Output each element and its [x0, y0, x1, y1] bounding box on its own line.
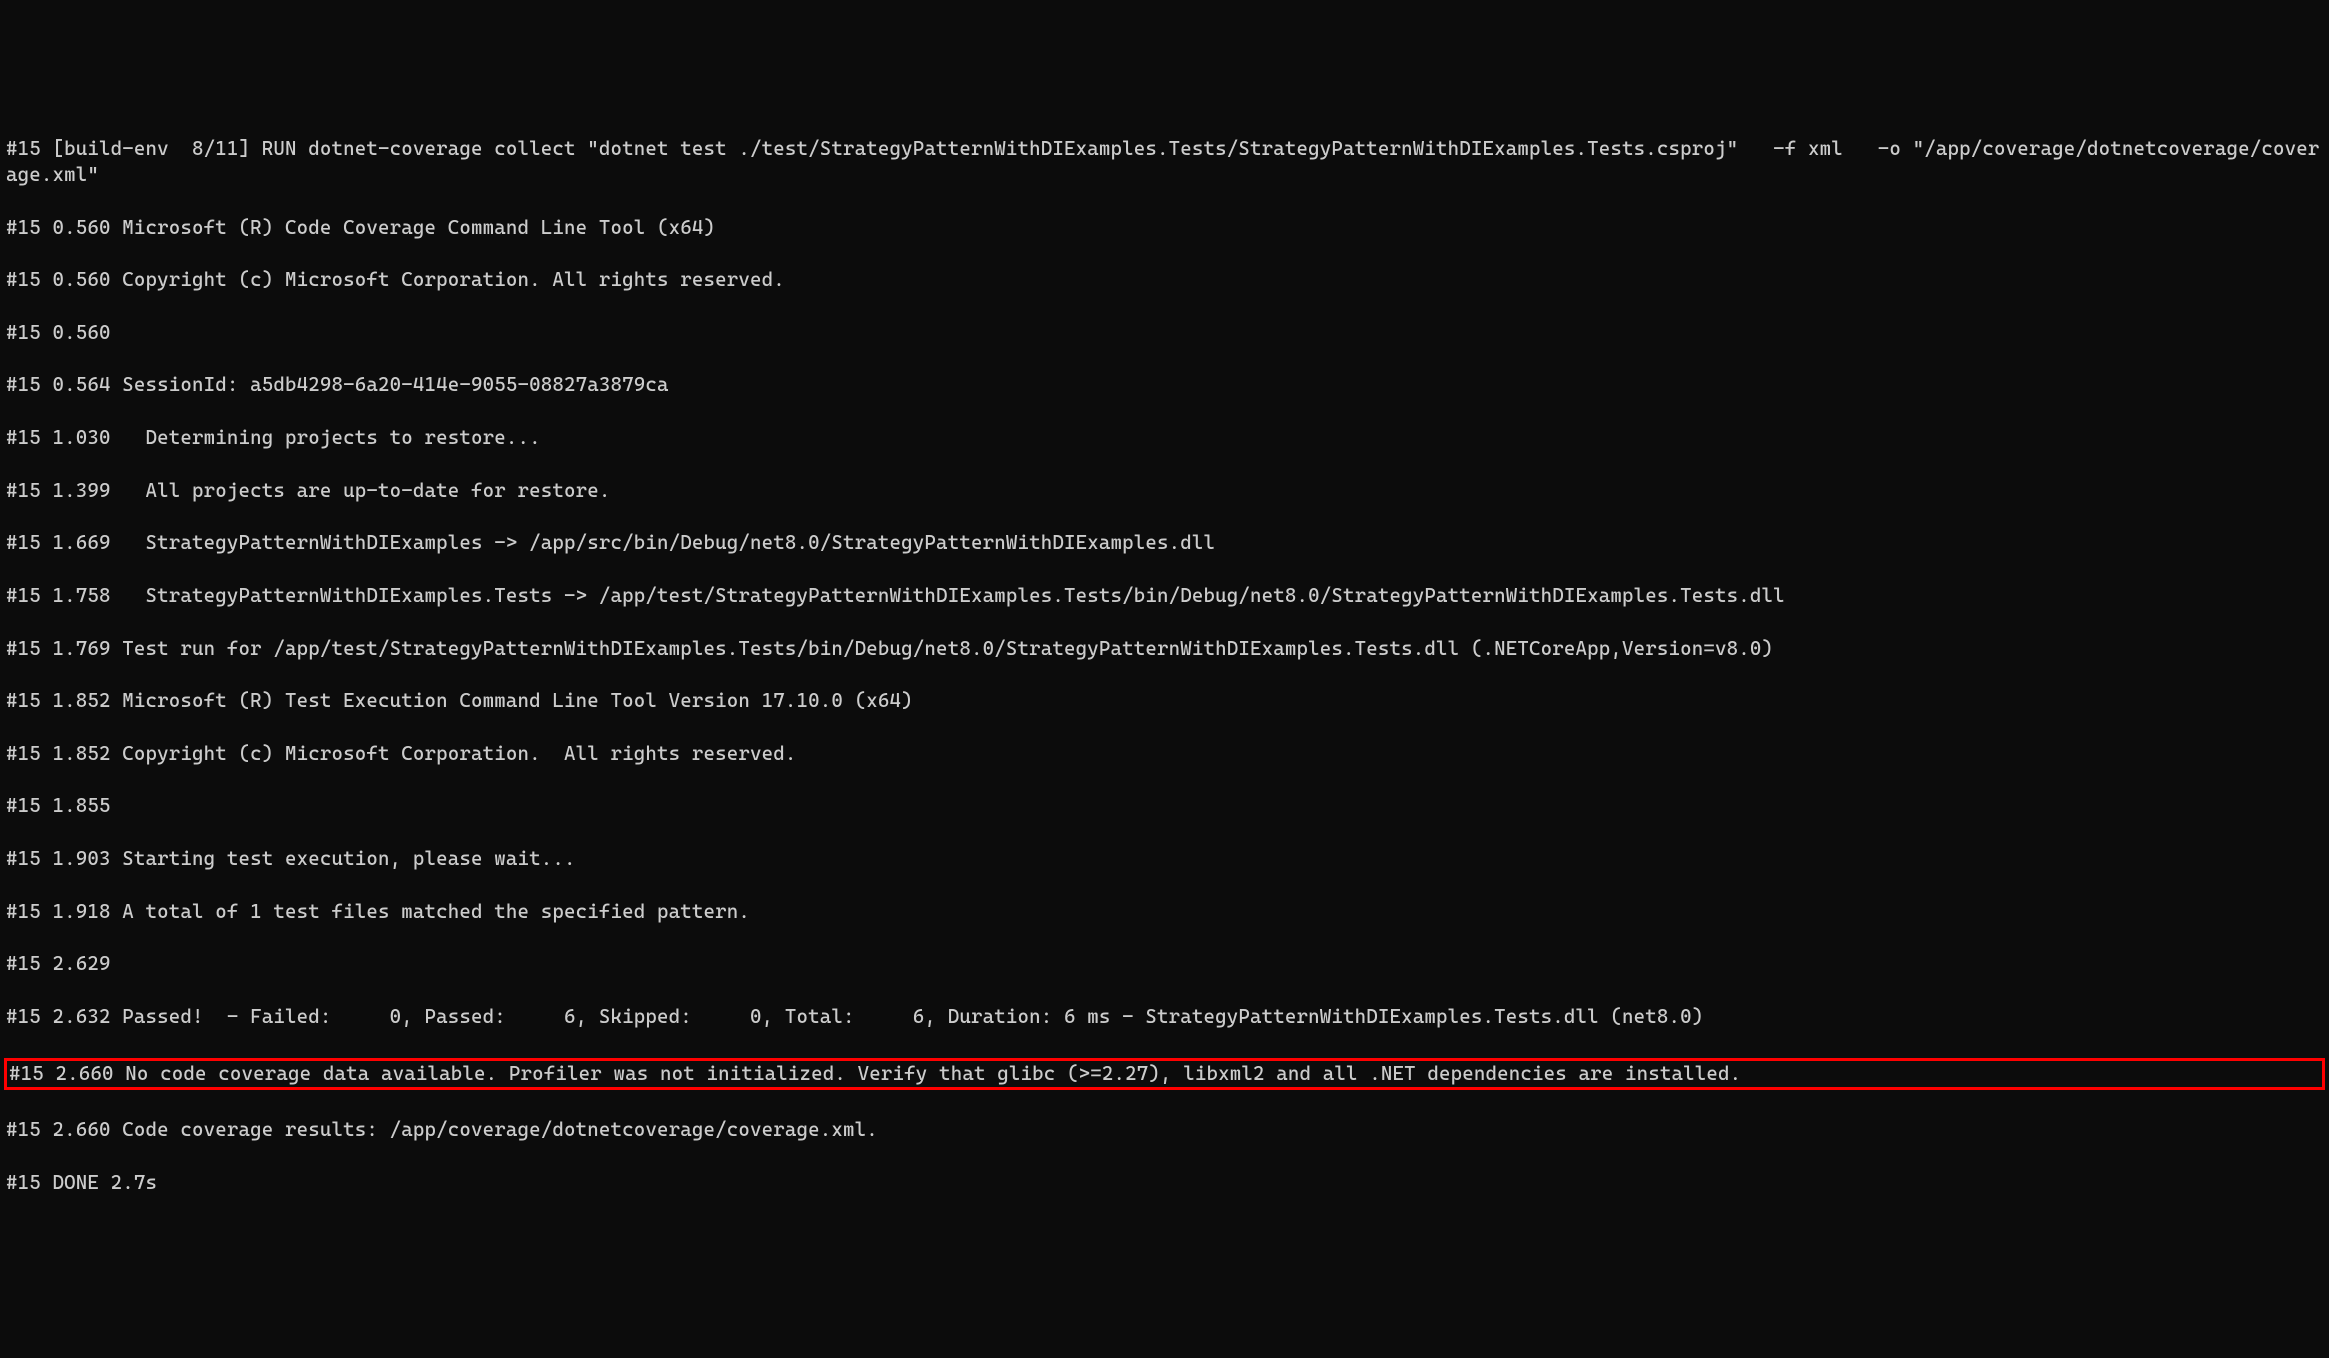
log-line: #15 0.564 SessionId: a5db4298-6a20-414e-…: [6, 372, 2323, 398]
log-line: #15 1.852 Copyright (c) Microsoft Corpor…: [6, 741, 2323, 767]
error-highlight-box: #15 2.660 No code coverage data availabl…: [4, 1058, 2325, 1090]
log-line: #15 2.660 Code coverage results: /app/co…: [6, 1117, 2323, 1143]
log-line: #15 1.758 StrategyPatternWithDIExamples.…: [6, 583, 2323, 609]
terminal-output: #15 [build-env 8/11] RUN dotnet-coverage…: [6, 109, 2323, 1222]
log-line: #15 1.903 Starting test execution, pleas…: [6, 846, 2323, 872]
error-line: #15 2.660 No code coverage data availabl…: [9, 1061, 2320, 1087]
log-line: #15 1.852 Microsoft (R) Test Execution C…: [6, 688, 2323, 714]
log-line: #15 1.669 StrategyPatternWithDIExamples …: [6, 530, 2323, 556]
log-line: #15 [build-env 8/11] RUN dotnet-coverage…: [6, 136, 2323, 189]
log-line: #15 2.632 Passed! - Failed: 0, Passed: 6…: [6, 1004, 2323, 1030]
log-line: #15 0.560 Copyright (c) Microsoft Corpor…: [6, 267, 2323, 293]
log-line: #15 1.855: [6, 793, 2323, 819]
log-line: #15 2.629: [6, 951, 2323, 977]
log-line: #15 1.030 Determining projects to restor…: [6, 425, 2323, 451]
log-line: #15 0.560: [6, 320, 2323, 346]
log-line: #15 DONE 2.7s: [6, 1170, 2323, 1196]
log-line: #15 1.769 Test run for /app/test/Strateg…: [6, 636, 2323, 662]
log-line: #15 0.560 Microsoft (R) Code Coverage Co…: [6, 215, 2323, 241]
log-line: #15 1.918 A total of 1 test files matche…: [6, 899, 2323, 925]
log-line: #15 1.399 All projects are up-to-date fo…: [6, 478, 2323, 504]
